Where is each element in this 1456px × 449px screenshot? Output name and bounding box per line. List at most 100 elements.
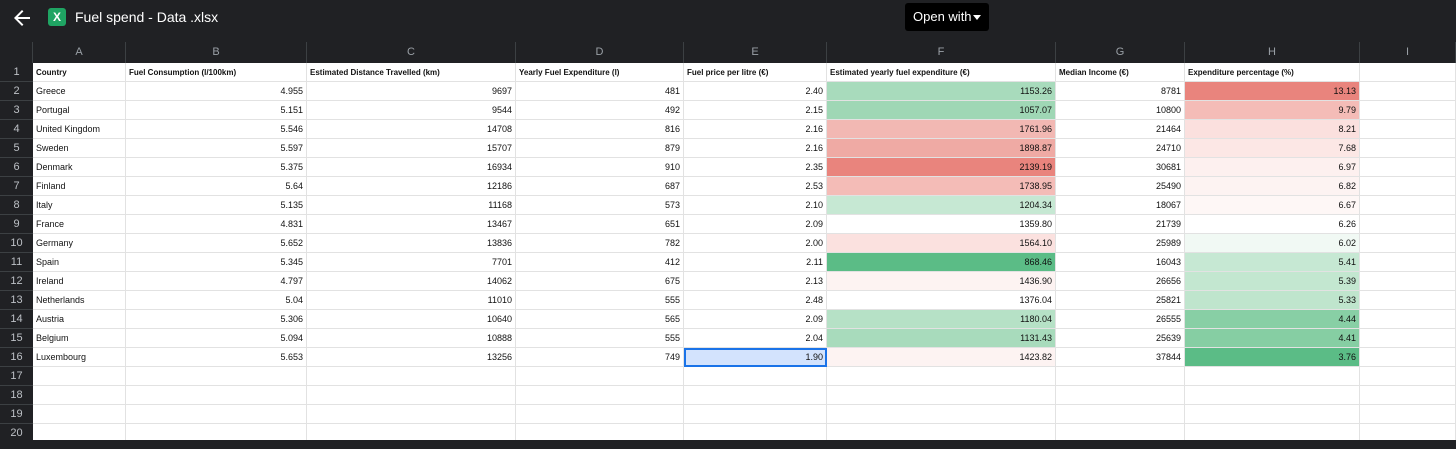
row-header-14[interactable]: 14 <box>0 310 33 329</box>
cell-f14[interactable]: 1180.04 <box>827 310 1056 329</box>
cell-b10[interactable]: 5.652 <box>126 234 307 253</box>
cell-c12[interactable]: 14062 <box>307 272 516 291</box>
cell-h16[interactable]: 3.76 <box>1185 348 1360 367</box>
cell-g15[interactable]: 25639 <box>1056 329 1185 348</box>
row-header-12[interactable]: 12 <box>0 272 33 291</box>
cell-d12[interactable]: 675 <box>516 272 684 291</box>
open-with-button[interactable]: Open with <box>905 3 989 31</box>
cell-d8[interactable]: 573 <box>516 196 684 215</box>
row-header-13[interactable]: 13 <box>0 291 33 310</box>
cell-g8[interactable]: 18067 <box>1056 196 1185 215</box>
cell-e15[interactable]: 2.04 <box>684 329 827 348</box>
cell-a7[interactable]: Finland <box>33 177 126 196</box>
column-header-g[interactable]: G <box>1056 42 1185 63</box>
cell-e10[interactable]: 2.00 <box>684 234 827 253</box>
row-header-2[interactable]: 2 <box>0 82 33 101</box>
cell-g6[interactable]: 30681 <box>1056 158 1185 177</box>
row-header-9[interactable]: 9 <box>0 215 33 234</box>
cell-e9[interactable]: 2.09 <box>684 215 827 234</box>
cell-b1[interactable]: Fuel Consumption (l/100km) <box>126 63 307 82</box>
cell-a3[interactable]: Portugal <box>33 101 126 120</box>
cell-i12[interactable] <box>1360 272 1456 291</box>
column-header-c[interactable]: C <box>307 42 516 63</box>
cell-b2[interactable]: 4.955 <box>126 82 307 101</box>
cell-e17[interactable] <box>684 367 827 386</box>
cell-f15[interactable]: 1131.43 <box>827 329 1056 348</box>
cell-e7[interactable]: 2.53 <box>684 177 827 196</box>
cell-i17[interactable] <box>1360 367 1456 386</box>
cell-c6[interactable]: 16934 <box>307 158 516 177</box>
cell-f1[interactable]: Estimated yearly fuel expenditure (€) <box>827 63 1056 82</box>
cell-g1[interactable]: Median Income (€) <box>1056 63 1185 82</box>
cell-d14[interactable]: 565 <box>516 310 684 329</box>
cell-g16[interactable]: 37844 <box>1056 348 1185 367</box>
cell-a4[interactable]: United Kingdom <box>33 120 126 139</box>
cell-a11[interactable]: Spain <box>33 253 126 272</box>
cell-g2[interactable]: 8781 <box>1056 82 1185 101</box>
cell-f13[interactable]: 1376.04 <box>827 291 1056 310</box>
cell-i5[interactable] <box>1360 139 1456 158</box>
cell-c1[interactable]: Estimated Distance Travelled (km) <box>307 63 516 82</box>
cell-h3[interactable]: 9.79 <box>1185 101 1360 120</box>
cell-c13[interactable]: 11010 <box>307 291 516 310</box>
back-button[interactable] <box>10 6 34 30</box>
cell-b4[interactable]: 5.546 <box>126 120 307 139</box>
cell-a19[interactable] <box>33 405 126 424</box>
cell-f3[interactable]: 1057.07 <box>827 101 1056 120</box>
cell-h11[interactable]: 5.41 <box>1185 253 1360 272</box>
cell-h1[interactable]: Expenditure percentage (%) <box>1185 63 1360 82</box>
cell-b18[interactable] <box>126 386 307 405</box>
cell-c14[interactable]: 10640 <box>307 310 516 329</box>
cell-d18[interactable] <box>516 386 684 405</box>
cell-d15[interactable]: 555 <box>516 329 684 348</box>
cell-b12[interactable]: 4.797 <box>126 272 307 291</box>
cell-e8[interactable]: 2.10 <box>684 196 827 215</box>
select-all-corner[interactable] <box>0 42 33 63</box>
cell-g11[interactable]: 16043 <box>1056 253 1185 272</box>
cell-e14[interactable]: 2.09 <box>684 310 827 329</box>
cell-c8[interactable]: 11168 <box>307 196 516 215</box>
cell-a18[interactable] <box>33 386 126 405</box>
cell-h8[interactable]: 6.67 <box>1185 196 1360 215</box>
column-header-b[interactable]: B <box>126 42 307 63</box>
cell-c4[interactable]: 14708 <box>307 120 516 139</box>
cell-h6[interactable]: 6.97 <box>1185 158 1360 177</box>
cell-i2[interactable] <box>1360 82 1456 101</box>
cell-b6[interactable]: 5.375 <box>126 158 307 177</box>
cell-a16[interactable]: Luxembourg <box>33 348 126 367</box>
cell-f17[interactable] <box>827 367 1056 386</box>
cell-g7[interactable]: 25490 <box>1056 177 1185 196</box>
cell-c7[interactable]: 12186 <box>307 177 516 196</box>
cell-f6[interactable]: 2139.19 <box>827 158 1056 177</box>
cell-h14[interactable]: 4.44 <box>1185 310 1360 329</box>
cell-a17[interactable] <box>33 367 126 386</box>
column-header-d[interactable]: D <box>516 42 684 63</box>
cell-e4[interactable]: 2.16 <box>684 120 827 139</box>
cell-g14[interactable]: 26555 <box>1056 310 1185 329</box>
cell-c3[interactable]: 9544 <box>307 101 516 120</box>
cell-d10[interactable]: 782 <box>516 234 684 253</box>
cell-g9[interactable]: 21739 <box>1056 215 1185 234</box>
cell-i18[interactable] <box>1360 386 1456 405</box>
cell-b3[interactable]: 5.151 <box>126 101 307 120</box>
cell-c18[interactable] <box>307 386 516 405</box>
row-header-10[interactable]: 10 <box>0 234 33 253</box>
cell-h19[interactable] <box>1185 405 1360 424</box>
cell-i9[interactable] <box>1360 215 1456 234</box>
cell-e11[interactable]: 2.11 <box>684 253 827 272</box>
cell-h17[interactable] <box>1185 367 1360 386</box>
cell-b13[interactable]: 5.04 <box>126 291 307 310</box>
row-header-6[interactable]: 6 <box>0 158 33 177</box>
cell-e1[interactable]: Fuel price per litre (€) <box>684 63 827 82</box>
cell-c10[interactable]: 13836 <box>307 234 516 253</box>
cell-b15[interactable]: 5.094 <box>126 329 307 348</box>
row-header-17[interactable]: 17 <box>0 367 33 386</box>
cell-g5[interactable]: 24710 <box>1056 139 1185 158</box>
cell-d5[interactable]: 879 <box>516 139 684 158</box>
column-header-e[interactable]: E <box>684 42 827 63</box>
cell-g13[interactable]: 25821 <box>1056 291 1185 310</box>
row-header-8[interactable]: 8 <box>0 196 33 215</box>
cell-e5[interactable]: 2.16 <box>684 139 827 158</box>
cell-c2[interactable]: 9697 <box>307 82 516 101</box>
cell-f7[interactable]: 1738.95 <box>827 177 1056 196</box>
